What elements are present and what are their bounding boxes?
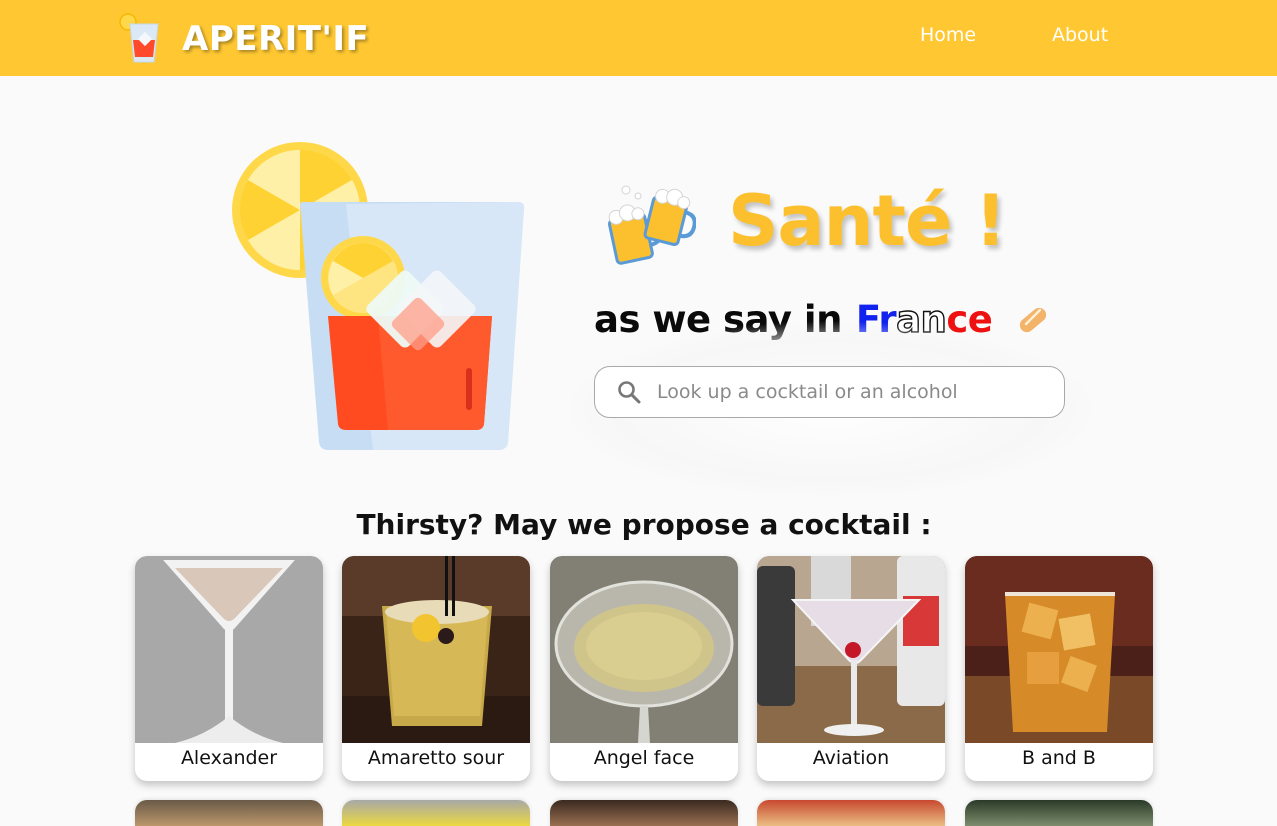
coupe-glass-image [550,556,738,743]
martini-cherry-image [757,556,945,743]
cocktail-card-b-and-b[interactable]: B and B [965,556,1153,781]
cocktail-card-alexander[interactable]: Alexander [135,556,323,781]
section-title: Thirsty? May we propose a cocktail : [356,508,932,541]
search-icon [618,381,641,404]
hero-title: Santé ! [728,180,1007,262]
cocktail-card-amaretto-sour[interactable]: Amaretto sour [342,556,530,781]
cocktail-name: Angel face [593,747,695,769]
cocktail-name: B and B [1022,747,1096,769]
cocktail-card-angel-face[interactable]: Angel face [550,556,738,781]
search-input[interactable] [657,381,1037,403]
cocktail-card-peek[interactable] [550,800,738,826]
brand-name: APERIT'IF [182,19,370,59]
nav-about-link[interactable]: About [1052,24,1108,46]
cocktail-name: Alexander [180,747,278,769]
search-box[interactable] [594,366,1065,418]
whiskey-ice-image [965,556,1153,743]
cocktail-card-aviation[interactable]: Aviation [757,556,945,781]
navbar: APERIT'IF Home About [0,0,1277,76]
cocktail-card-peek[interactable] [342,800,530,826]
beer-mugs-icon [607,185,696,265]
cocktail-name: Amaretto sour [367,747,505,769]
martini-glass-image [135,556,323,743]
brand[interactable]: APERIT'IF [118,12,369,66]
cocktail-card-peek[interactable] [757,800,945,826]
cocktail-name: Aviation [812,747,890,769]
cocktail-card-peek[interactable] [135,800,323,826]
cocktail-glass-illustration [232,142,524,450]
cocktail-logo-icon [119,13,159,63]
cocktail-card-peek[interactable] [965,800,1153,826]
baguette-icon [1020,307,1047,332]
nav-home-link[interactable]: Home [920,24,976,46]
rocks-glass-image [342,556,530,743]
